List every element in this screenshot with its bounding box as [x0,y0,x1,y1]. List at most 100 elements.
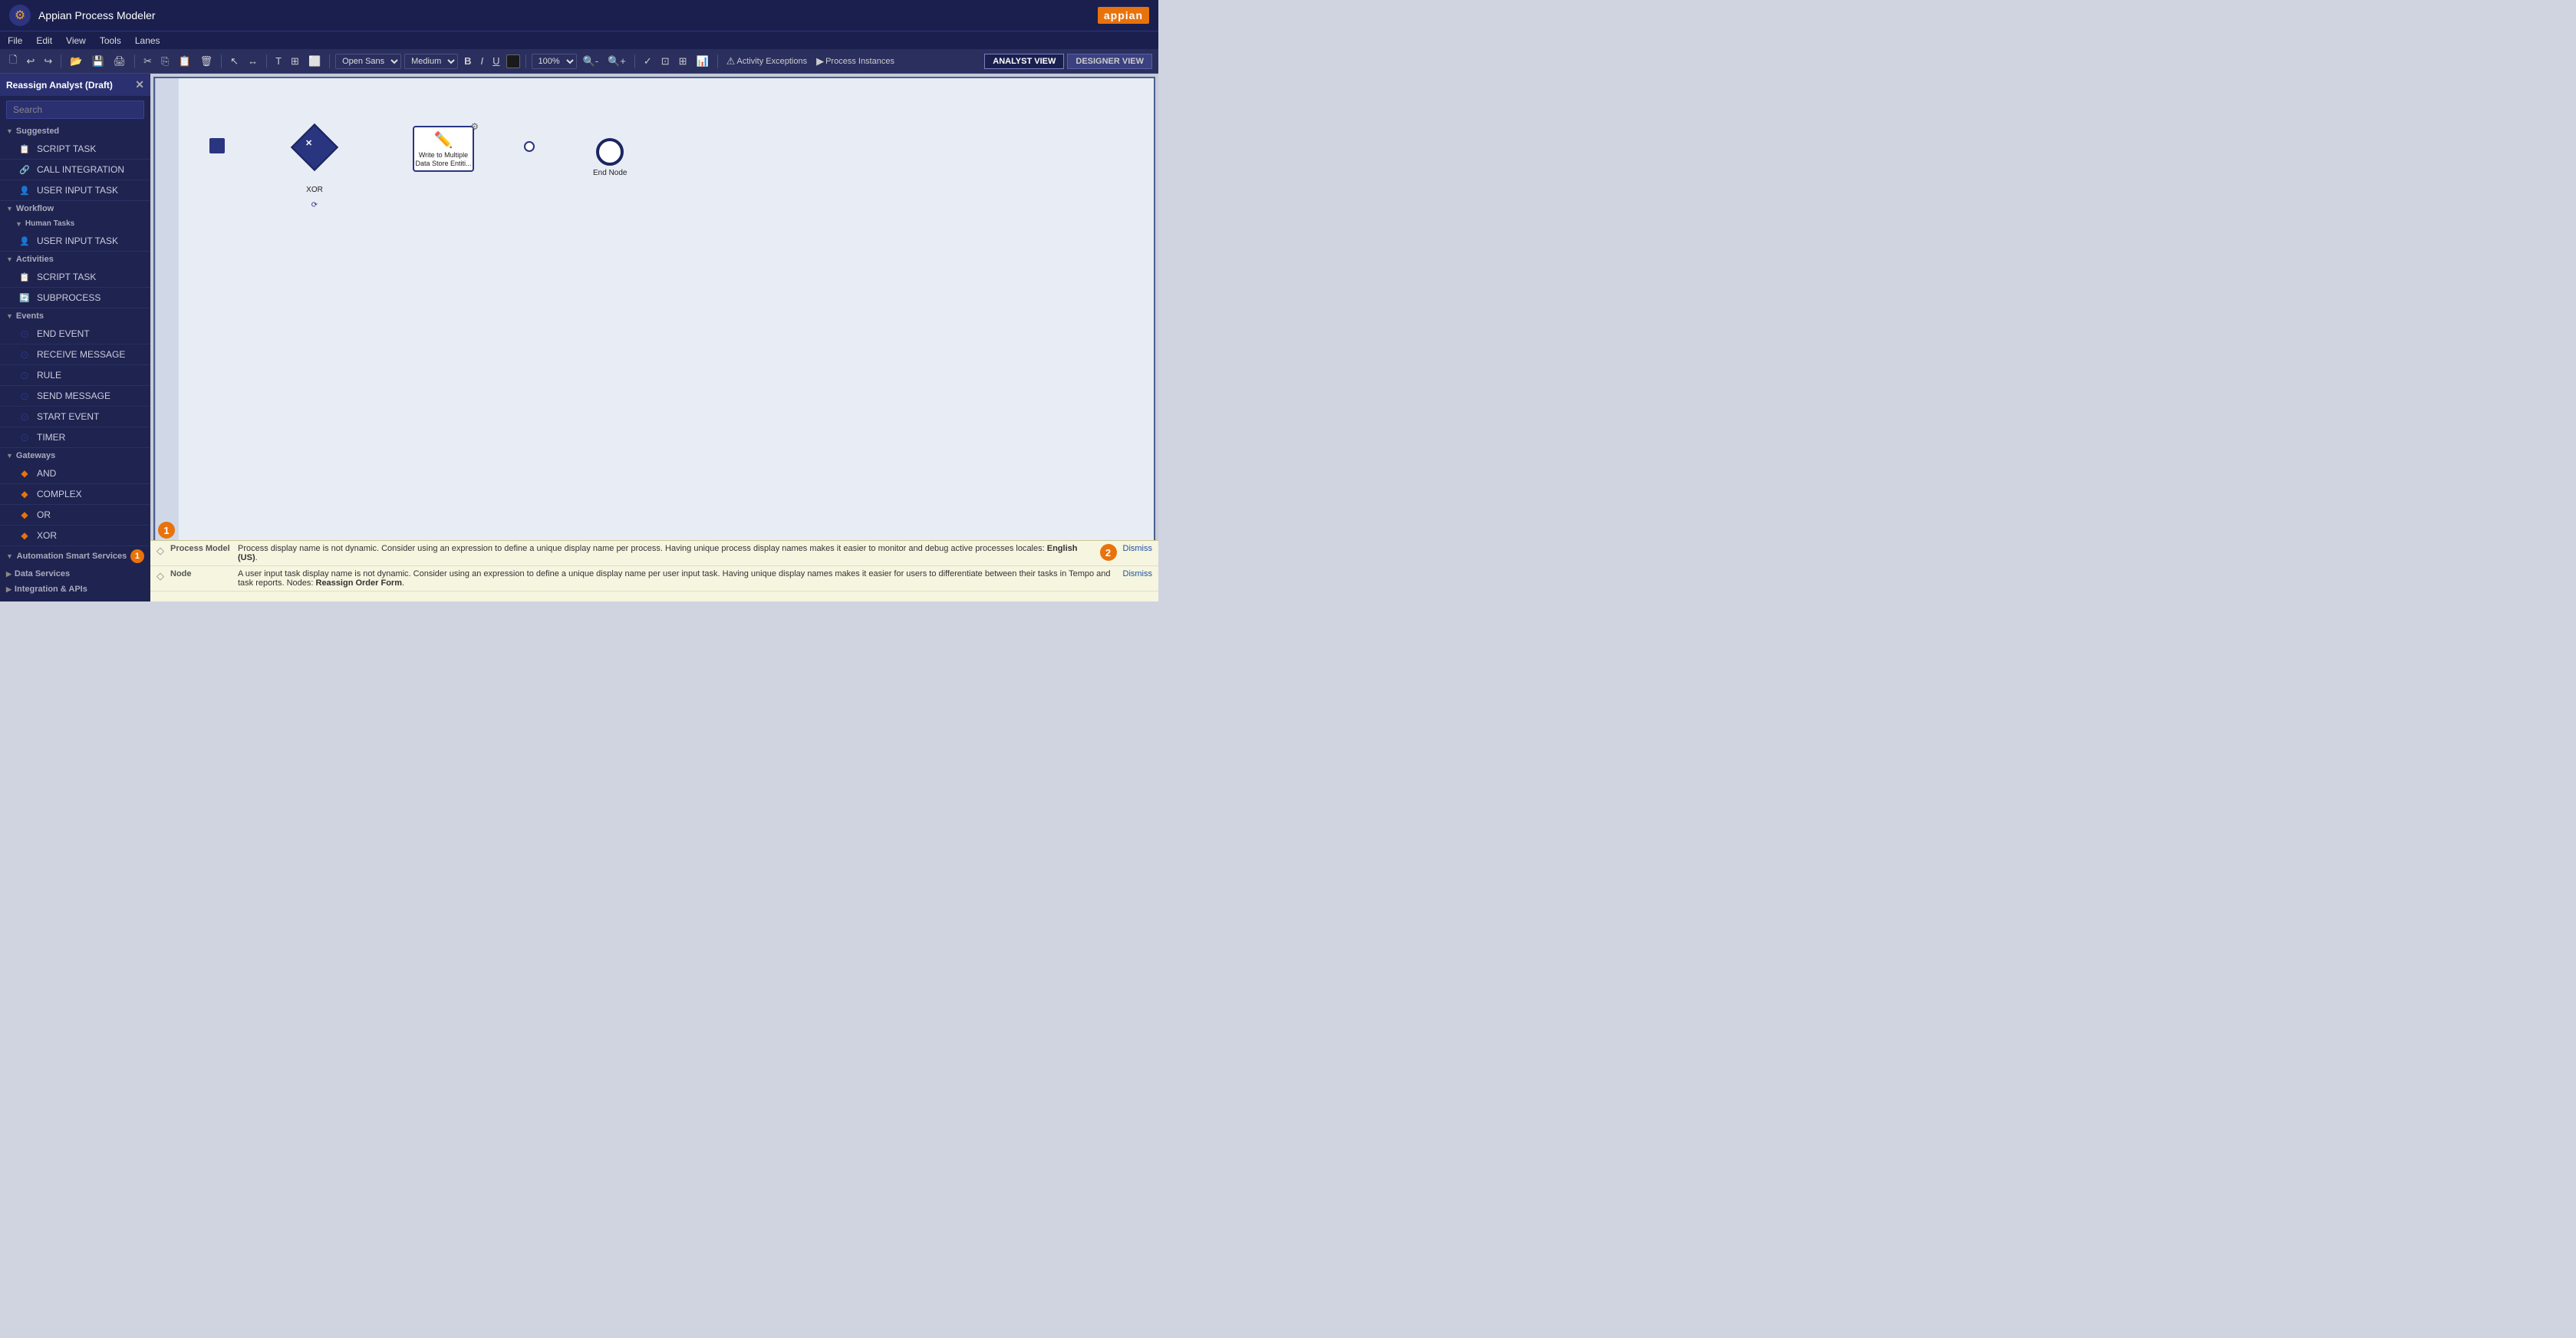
complex-item[interactable]: ◆ COMPLEX [0,484,150,505]
integration-apis-section-header[interactable]: Integration & APIs [0,582,150,597]
activity-exceptions-button[interactable]: ⚠ Activity Exceptions [723,54,810,69]
write-task-node[interactable]: ⚙ ✏️ Write to MultipleData Store Entiti.… [413,126,474,172]
receive-message-item[interactable]: ⊙ RECEIVE MESSAGE [0,344,150,365]
new-button[interactable]: 🗋 [6,51,20,71]
start-event-item[interactable]: ⊙ START EVENT [0,407,150,427]
intermediate-circle [524,141,535,152]
start-point [209,138,225,153]
activities-subprocess[interactable]: 🔄 SUBPROCESS [0,288,150,308]
menu-edit[interactable]: Edit [36,35,52,46]
xor-node[interactable]: ✕ XOR ⟳ [298,130,331,194]
save-button[interactable]: 💾 [88,54,107,69]
table3-button[interactable]: ⊞ [676,54,690,69]
data-services-section-header[interactable]: Data Services [0,566,150,582]
redo-button[interactable]: ↪ [41,54,55,69]
suggested-call-integration[interactable]: 🔗 CALL INTEGRATION [0,160,150,180]
end-node[interactable]: End Node [593,138,627,177]
send-message-item[interactable]: ⊙ SEND MESSAGE [0,386,150,407]
notif-dismiss-1[interactable]: Dismiss [1123,544,1153,553]
script-task-icon: 📋 [18,143,31,155]
activities-script-icon: 📋 [18,271,31,283]
gateways-section-header[interactable]: Gateways [0,448,150,463]
copy-button[interactable]: ⎘ [158,54,172,69]
subprocess-icon: 🔄 [18,292,31,304]
notif-dismiss-2[interactable]: Dismiss [1123,569,1153,578]
table2-button[interactable]: ⊡ [658,54,673,69]
zoom-out-button[interactable]: 🔍- [580,54,602,69]
complex-icon: ◆ [18,488,31,500]
menu-file[interactable]: File [8,35,22,46]
or-item[interactable]: ◆ OR [0,505,150,526]
panel-header: Reassign Analyst (Draft) ✕ [0,74,150,96]
select-button[interactable]: ↖ [227,54,242,69]
human-tasks-header[interactable]: Human Tasks [0,216,150,231]
search-input[interactable] [6,101,144,119]
appian-logo: appian [1098,7,1149,24]
activities-script-task[interactable]: 📋 SCRIPT TASK [0,267,150,288]
notif-node: ◇ Node A user input task display name is… [150,566,1158,592]
suggested-script-task[interactable]: 📋 SCRIPT TASK [0,139,150,160]
end-node-label: End Node [593,169,627,177]
left-panel: Reassign Analyst (Draft) ✕ Suggested 📋 S… [0,74,150,601]
menubar: File Edit View Tools Lanes [0,31,1158,49]
titlebar: ⚙ Appian Process Modeler appian [0,0,1158,31]
zoom-select[interactable]: 100% [532,54,577,69]
and-item[interactable]: ◆ AND [0,463,150,484]
menu-tools[interactable]: Tools [100,35,121,46]
check-button[interactable]: ✓ [641,54,655,69]
font-size-select[interactable]: Medium [404,54,458,69]
end-event-item[interactable]: ⊙ END EVENT [0,324,150,344]
paste-button[interactable]: 📋 [175,54,193,69]
automation-label: Automation Smart Services [17,552,127,561]
color-button[interactable] [506,54,520,68]
xor-loop: ⟳ [311,201,318,209]
notif-node-icon: ◇ [156,570,164,582]
workflow-user-input-task[interactable]: 👤 USER INPUT TASK [0,231,150,252]
panel-title: Reassign Analyst (Draft) [6,80,113,91]
menu-view[interactable]: View [66,35,86,46]
xor-item[interactable]: ◆ XOR [0,526,150,546]
end-circle [596,138,624,166]
table-button[interactable]: ⊞ [288,54,302,69]
system-lane-content: Reassing Order Cancel Change [179,78,1154,601]
notif-message-2: A user input task display name is not dy… [238,569,1117,588]
and-icon: ◆ [18,467,31,480]
automation-section-header[interactable]: Automation Smart Services 1 [0,546,150,566]
cut-button[interactable]: ✂ [140,54,155,69]
panel-close-button[interactable]: ✕ [135,78,144,91]
text-button[interactable]: T [272,54,285,68]
main-content: Reassign Analyst (Draft) ✕ Suggested 📋 S… [0,74,1158,601]
xor-icon: ◆ [18,529,31,542]
zoom-in-button[interactable]: 🔍+ [604,54,629,69]
start-event-icon: ⊙ [18,410,31,423]
designer-view-button[interactable]: DESIGNER VIEW [1067,54,1152,69]
analyst-view-button[interactable]: ANALYST VIEW [984,54,1064,69]
print-button[interactable]: 🖨 [110,54,130,69]
font-family-select[interactable]: Open Sans [335,54,401,69]
end-event-icon: ⊙ [18,328,31,340]
process-instances-button[interactable]: ▶ Process Instances [813,54,898,69]
undo-button[interactable]: ↩ [23,54,38,69]
system-process-lane: System Process Reassing Order [153,77,1155,601]
open-button[interactable]: 📂 [67,54,85,69]
bold-button[interactable]: B [461,54,474,68]
chart-button[interactable]: 📊 [693,54,712,69]
suggested-user-input-task[interactable]: 👤 USER INPUT TASK [0,180,150,201]
italic-button[interactable]: I [478,54,487,68]
intermediate-event-node[interactable] [524,141,535,152]
delete-button[interactable]: 🗑 [197,54,216,69]
connect-button[interactable]: ↔ [245,54,261,68]
rule-item[interactable]: ⊙ RULE [0,365,150,386]
timer-item[interactable]: ⊙ TIMER [0,427,150,448]
send-message-icon: ⊙ [18,390,31,402]
menu-lanes[interactable]: Lanes [135,35,160,46]
suggested-section-header[interactable]: Suggested [0,124,150,139]
xor-diamond [291,124,338,171]
underline-button[interactable]: U [489,54,502,68]
workflow-section-header[interactable]: Workflow [0,201,150,216]
events-section-header[interactable]: Events [0,308,150,324]
activities-section-header[interactable]: Activities [0,252,150,267]
call-integration-icon: 🔗 [18,163,31,176]
canvas-area[interactable]: System Process Reassing Order [150,74,1158,601]
frame-button[interactable]: ⬜ [305,54,324,69]
